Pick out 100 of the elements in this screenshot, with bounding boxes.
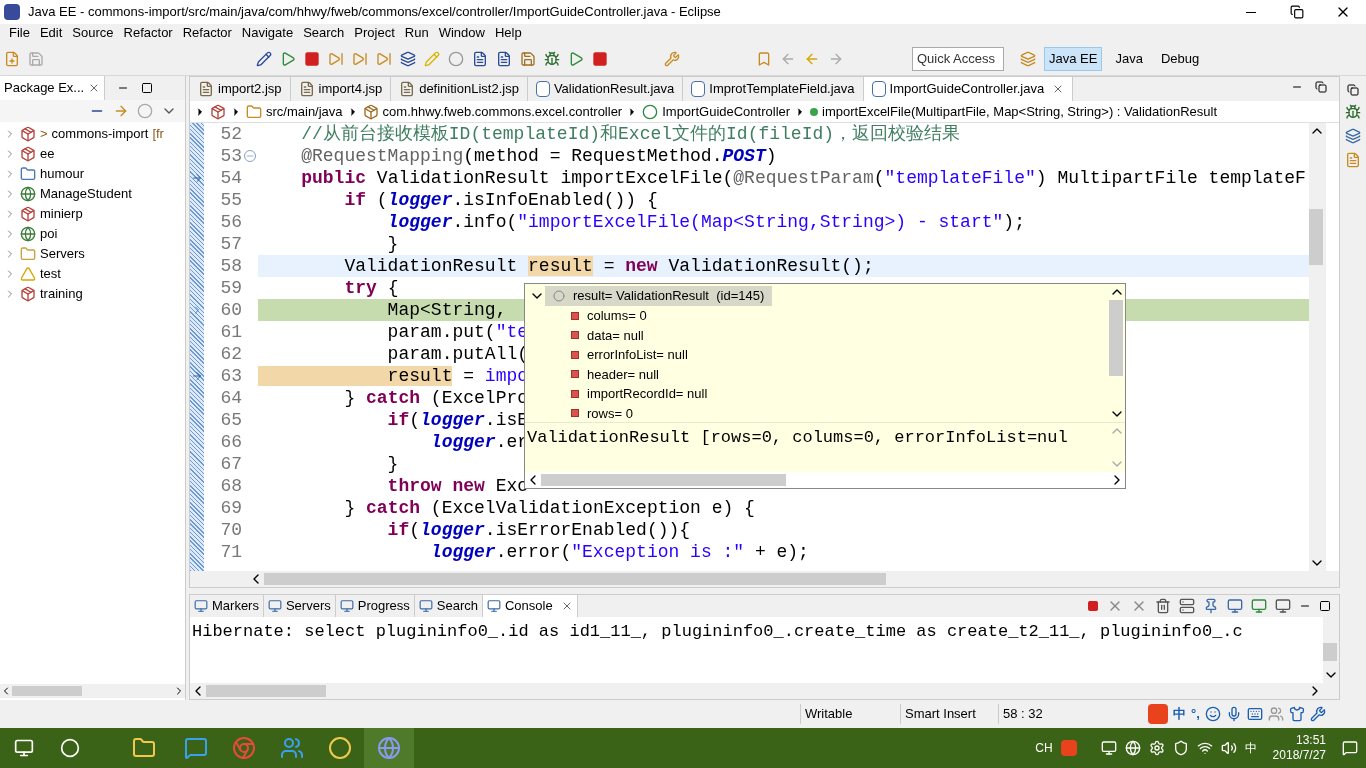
open-perspective-icon[interactable] <box>1020 50 1036 67</box>
variable-field[interactable]: rows= 0 <box>587 403 633 423</box>
ime-mode[interactable]: 中 <box>1173 704 1186 724</box>
display-icon[interactable] <box>1251 598 1267 614</box>
wrench-icon[interactable] <box>1309 706 1326 722</box>
variable-field[interactable]: colums= 0 <box>587 306 647 326</box>
menu-item[interactable]: Source <box>67 24 119 42</box>
clock-time[interactable]: 13:51 <box>1295 733 1326 748</box>
paragraph-icon[interactable] <box>496 50 512 67</box>
variable-row[interactable]: result= ValidationResult (id=145) <box>545 286 773 306</box>
debug-icon[interactable] <box>544 50 560 67</box>
monitor-icon[interactable] <box>1100 740 1117 756</box>
annotation-icon[interactable] <box>756 50 772 67</box>
view-tab[interactable]: Markers <box>190 595 264 617</box>
project-label[interactable]: minierp <box>40 204 83 224</box>
step-over-icon[interactable] <box>352 50 368 67</box>
menu-item[interactable]: Run <box>399 24 434 42</box>
pencil-icon[interactable] <box>256 50 272 67</box>
file-explorer-icon[interactable] <box>132 736 156 760</box>
link-icon[interactable] <box>113 103 129 119</box>
scrollbar-thumb[interactable] <box>206 685 326 697</box>
scrollbar-thumb[interactable] <box>264 573 886 585</box>
editor-tab[interactable]: ImportGuideController.java <box>863 77 1074 101</box>
perspective-button[interactable]: Java EE <box>1044 46 1103 71</box>
menu-item[interactable]: Window <box>433 24 490 42</box>
project-label[interactable]: commons-import <box>51 124 149 144</box>
scrollbar-thumb[interactable] <box>541 474 786 486</box>
ime-indicator[interactable]: 中 <box>1244 739 1257 757</box>
maximize-icon[interactable] <box>1319 600 1331 612</box>
terminate-icon[interactable] <box>592 50 608 67</box>
terminate-icon[interactable] <box>1087 600 1099 612</box>
quick-access-field[interactable]: Quick Access <box>912 46 1004 71</box>
breadcrumb-item[interactable]: ImportGuideController <box>662 101 791 122</box>
menu-item[interactable]: Project <box>349 24 400 42</box>
settings-icon[interactable] <box>1148 740 1165 756</box>
view-tab[interactable]: Servers <box>263 595 336 617</box>
task-list-icon[interactable] <box>1345 152 1361 168</box>
shirt-icon[interactable] <box>1288 706 1305 722</box>
breadcrumb-item[interactable]: com.hhwy.fweb.commons.excel.controller <box>382 101 623 122</box>
view-tab[interactable]: Package Ex... <box>0 76 106 100</box>
shield-icon[interactable] <box>1172 740 1189 756</box>
view-tab[interactable]: Progress <box>335 595 415 617</box>
variable-field[interactable]: importRecordId= null <box>587 384 708 404</box>
project-label[interactable]: Servers <box>40 244 85 264</box>
menu-item[interactable]: Edit <box>34 24 68 42</box>
resume-icon[interactable] <box>280 50 296 67</box>
scrollbar-thumb[interactable] <box>12 686 82 696</box>
user-icon[interactable] <box>1267 706 1284 722</box>
language-indicator[interactable]: CH <box>1035 739 1053 757</box>
circle-icon[interactable] <box>448 50 464 67</box>
open-console-icon[interactable] <box>1275 598 1291 614</box>
menu-item[interactable]: File <box>4 24 35 42</box>
step-into-icon[interactable] <box>328 50 344 67</box>
debug-view-icon[interactable] <box>1345 104 1361 120</box>
menu-item[interactable]: Search <box>298 24 350 42</box>
save-all-icon[interactable] <box>520 50 536 67</box>
tools-icon[interactable] <box>664 50 680 67</box>
document-icon[interactable] <box>472 50 488 67</box>
scrollbar-thumb[interactable] <box>1323 643 1337 661</box>
network-icon[interactable] <box>1196 740 1213 756</box>
maximize-icon[interactable] <box>141 82 154 94</box>
notification-icon[interactable] <box>1342 740 1358 756</box>
restore-icon[interactable] <box>1347 84 1359 96</box>
console-icon[interactable] <box>1227 598 1243 614</box>
step-return-icon[interactable] <box>376 50 392 67</box>
ime-mode[interactable]: °, <box>1191 704 1200 724</box>
project-label[interactable]: ManageStudent <box>40 184 132 204</box>
scrollbar-thumb[interactable] <box>1109 300 1123 376</box>
view-tab[interactable]: Console <box>483 595 578 617</box>
pin-icon[interactable] <box>1203 598 1219 614</box>
taskbar-app-button[interactable] <box>364 728 414 768</box>
breadcrumb-item[interactable]: importExcelFile(MultipartFile, Map<String, String>) : ValidationResult <box>822 101 1218 122</box>
perspective-button[interactable]: Debug <box>1155 46 1205 71</box>
volume-icon[interactable] <box>1220 740 1237 756</box>
outline-icon[interactable] <box>1345 128 1361 144</box>
keyboard-icon[interactable] <box>1246 706 1263 722</box>
variable-field[interactable]: data= null <box>587 325 644 345</box>
smiley-icon[interactable] <box>1204 706 1221 722</box>
variable-field[interactable]: header= null <box>587 364 659 384</box>
clock-date[interactable]: 2018/7/27 <box>1272 748 1326 763</box>
project-label[interactable]: test <box>40 264 61 284</box>
restore-icon[interactable] <box>1315 81 1327 93</box>
project-label[interactable]: ee <box>40 144 55 164</box>
menu-item[interactable]: Refactor <box>118 24 178 42</box>
variable-field[interactable]: errorInfoList= null <box>587 345 688 365</box>
perspective-button[interactable]: Java <box>1110 46 1148 71</box>
project-label[interactable]: poi <box>40 224 58 244</box>
scrollbar-thumb[interactable] <box>1309 209 1323 265</box>
project-label[interactable]: training <box>40 284 83 304</box>
clear-console-icon[interactable] <box>1155 598 1171 614</box>
contacts-icon[interactable] <box>280 736 304 760</box>
menu-item[interactable]: Help <box>489 24 527 42</box>
project-label[interactable]: humour <box>40 164 85 184</box>
save-icon[interactable] <box>28 50 44 67</box>
menu-item[interactable]: Refactor <box>177 24 237 42</box>
breadcrumb-item[interactable]: src/main/java <box>266 101 343 122</box>
view-tab[interactable]: Search <box>414 595 483 617</box>
menu-item[interactable]: Navigate <box>236 24 299 42</box>
new-file-icon[interactable] <box>4 50 20 67</box>
run-icon[interactable] <box>568 50 584 67</box>
